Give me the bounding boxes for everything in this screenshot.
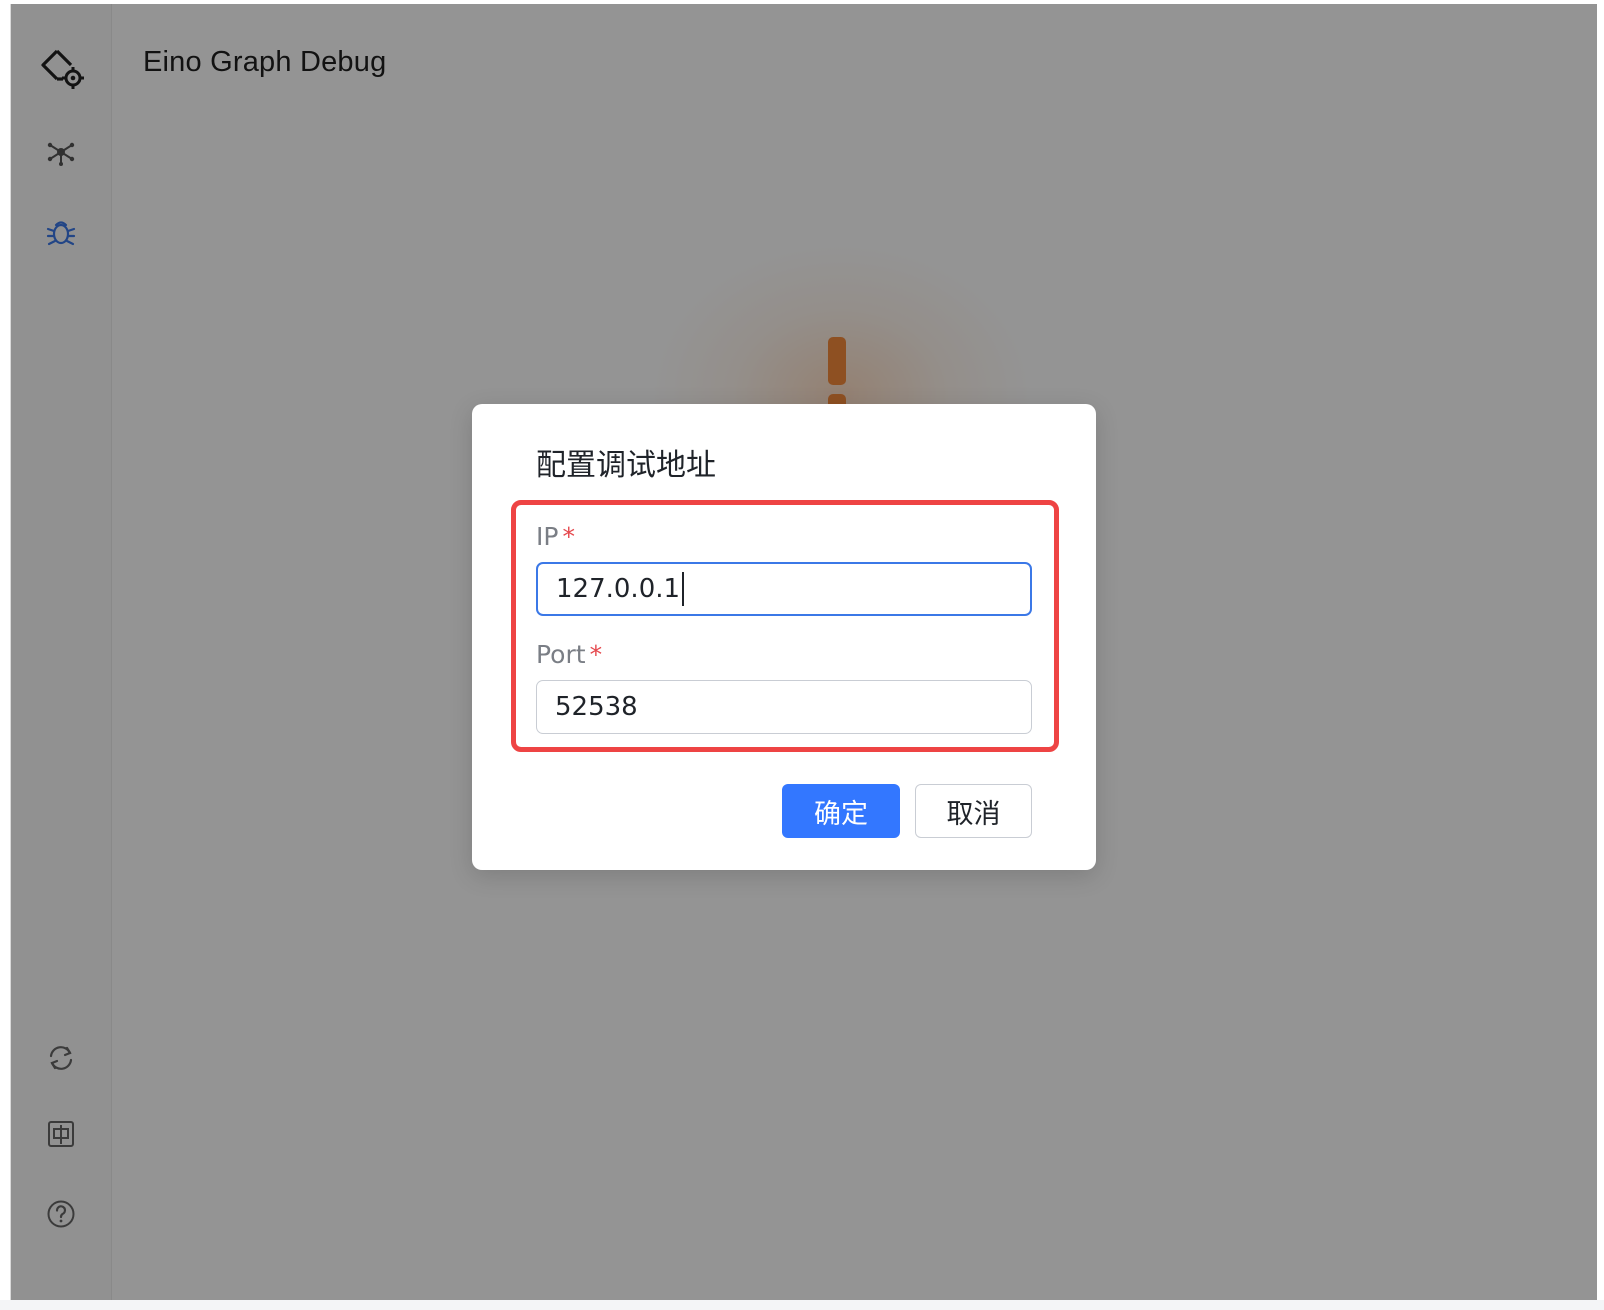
app-window: Eino Graph Debug 配置调试地址 IP * 127.0.0.1 Po…: [10, 4, 1597, 1300]
confirm-button[interactable]: 确定: [782, 784, 900, 838]
ip-label-text: IP: [536, 522, 559, 551]
ip-input-value: 127.0.0.1: [556, 574, 681, 604]
port-label-text: Port: [536, 640, 586, 669]
ip-input[interactable]: 127.0.0.1: [536, 562, 1032, 616]
dialog-title: 配置调试地址: [536, 448, 716, 483]
port-input[interactable]: 52538: [536, 680, 1032, 734]
ip-required-mark: *: [562, 522, 575, 551]
bottom-strip: [0, 1300, 1604, 1310]
ip-label: IP *: [536, 522, 575, 551]
port-label: Port *: [536, 640, 602, 669]
config-debug-address-dialog: 配置调试地址 IP * 127.0.0.1 Port * 52538 确定 取消: [472, 404, 1096, 870]
port-required-mark: *: [589, 640, 603, 669]
cancel-button[interactable]: 取消: [915, 784, 1032, 838]
text-caret: [682, 572, 685, 606]
port-input-value: 52538: [555, 692, 638, 722]
